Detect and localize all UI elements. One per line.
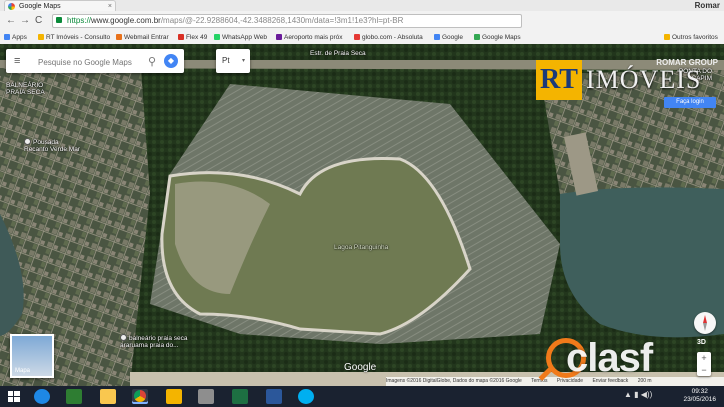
window-user[interactable]: Romar: [695, 0, 720, 11]
folder-icon[interactable]: [100, 389, 116, 404]
rt-name: IMÓVEIS: [586, 65, 702, 94]
clasf-text: clasf: [566, 336, 653, 380]
language-select[interactable]: Pt ▾: [216, 49, 250, 73]
zoom-in-button[interactable]: +: [697, 352, 711, 364]
zoom-control: + −: [697, 352, 711, 376]
store-icon[interactable]: [66, 389, 82, 404]
windows-start-icon[interactable]: [6, 389, 22, 404]
satellite-map[interactable]: ≡ ⚲ ◆ Pt ▾ Estr. de Praia Seca BALNEÁRIO…: [0, 44, 724, 386]
lock-icon: [56, 17, 62, 23]
bookmark-label: WhatsApp Web: [222, 34, 268, 41]
poi-label-praia[interactable]: balneário praia seca araruama praia do..…: [120, 334, 200, 349]
excel-icon[interactable]: [232, 389, 248, 404]
apps-icon: [4, 34, 10, 40]
bookmark-webmail[interactable]: Webmail Entrar: [116, 31, 169, 44]
url-scheme: https://: [67, 16, 92, 25]
bookmark-google-maps[interactable]: Google Maps: [474, 31, 521, 44]
url-host: www.google.com.br: [91, 16, 161, 25]
taskbar-clock[interactable]: 09:32 23/05/2016: [683, 388, 716, 404]
yahoo-icon: [276, 34, 282, 40]
bookmark-label: Google Maps: [482, 34, 521, 41]
tab-title: Google Maps: [19, 3, 61, 10]
bookmark-outros[interactable]: Outros favoritos: [664, 31, 718, 44]
bookmark-flex[interactable]: Flex 49: [178, 31, 207, 44]
poi-name: Pousada Recanto Verde Mar: [24, 139, 81, 153]
google-icon: [434, 34, 440, 40]
bookmark-label: RT Imóveis - Consulto: [46, 34, 111, 41]
paint-icon[interactable]: [198, 389, 214, 404]
directions-icon[interactable]: ◆: [164, 54, 178, 68]
flex-icon: [178, 34, 184, 40]
bookmark-label: Flex 49: [186, 34, 208, 41]
sign-in-button[interactable]: Faça login: [664, 97, 716, 108]
folder-icon: [664, 34, 670, 40]
whatsapp-icon: [214, 34, 220, 40]
neighborhood-label: BALNEÁRIO PRAIA SECA: [6, 82, 45, 96]
imagery-credits: Imagens ©2016 DigitalGlobe, Dados do map…: [386, 378, 522, 384]
chrome-icon[interactable]: [132, 389, 148, 404]
system-tray-icons[interactable]: ▲ ▮ ◀)): [624, 390, 652, 399]
skype-icon[interactable]: [298, 389, 314, 404]
language-value: Pt: [222, 56, 230, 65]
poi-name: balneário praia seca araruama praia do..…: [120, 335, 188, 349]
bookmark-label: Aeroporto mais próx: [284, 34, 343, 41]
clasf-watermark: clasf: [538, 336, 716, 384]
lagoon-label: Lagoa Pitanguinha: [334, 244, 389, 251]
road-label: Estr. de Praia Seca: [310, 50, 366, 57]
title-bar: Google Maps × Romar: [0, 0, 724, 11]
globo-icon: [354, 34, 360, 40]
google-logo: Google: [344, 362, 377, 373]
back-button[interactable]: ←: [6, 15, 16, 27]
bookmark-label: Google: [442, 34, 463, 41]
bookmark-aeroporto[interactable]: Aeroporto mais próx: [276, 31, 343, 44]
bookmark-rt-imoveis[interactable]: RT Imóveis - Consulto: [38, 31, 110, 44]
windows-taskbar: ▲ ▮ ◀)) 09:32 23/05/2016: [0, 386, 724, 407]
clock-time: 09:32: [691, 388, 708, 395]
bookmark-globo[interactable]: globo.com - Absoluta: [354, 31, 423, 44]
bookmark-whatsapp[interactable]: WhatsApp Web: [214, 31, 267, 44]
bookmark-label: Webmail Entrar: [124, 34, 169, 41]
menu-icon[interactable]: ≡: [14, 56, 24, 67]
map-type-toggle[interactable]: Mapa: [10, 334, 54, 378]
google-maps-icon: [474, 34, 480, 40]
bookmark-apps[interactable]: Apps: [4, 31, 27, 44]
chevron-down-icon: ▾: [241, 58, 245, 64]
rt-imoveis-icon: [38, 34, 44, 40]
search-icon[interactable]: ⚲: [148, 55, 156, 68]
browser-toolbar: ← → C https://www.google.com.br/maps/@-2…: [0, 11, 724, 32]
ie-icon[interactable]: [34, 389, 50, 404]
bookmark-label: Apps: [12, 34, 27, 41]
search-box: ≡ ⚲ ◆: [6, 49, 184, 73]
rt-badge: RT: [536, 60, 582, 100]
word-icon[interactable]: [266, 389, 282, 404]
zoom-out-button[interactable]: −: [697, 364, 711, 376]
bookmarks-bar: Apps RT Imóveis - Consulto Webmail Entra…: [0, 31, 724, 45]
search-input[interactable]: [36, 54, 160, 70]
poi-label-pousada[interactable]: Pousada Recanto Verde Mar: [24, 138, 84, 153]
poi-marker-icon: [120, 334, 127, 341]
tab-google-maps[interactable]: Google Maps ×: [4, 0, 116, 11]
map-type-label: Mapa: [15, 368, 31, 374]
webmail-icon: [116, 34, 122, 40]
clock-date: 23/05/2016: [683, 396, 716, 403]
url-path: /maps/@-22.9288604,-42.3488268,1430m/dat…: [160, 16, 404, 25]
bookmark-label: globo.com - Absoluta: [362, 34, 423, 41]
compass-icon[interactable]: [694, 312, 716, 334]
notes-icon[interactable]: [166, 389, 182, 404]
bookmark-label: Outros favoritos: [672, 34, 718, 41]
address-bar[interactable]: https://www.google.com.br/maps/@-22.9288…: [52, 14, 522, 28]
google-maps-favicon-icon: [8, 3, 15, 10]
bookmark-google[interactable]: Google: [434, 31, 463, 44]
reload-button[interactable]: C: [35, 15, 42, 27]
romar-group-label: ROMAR GROUP: [656, 58, 718, 67]
poi-marker-icon: [24, 138, 31, 145]
forward-button[interactable]: →: [20, 15, 30, 27]
